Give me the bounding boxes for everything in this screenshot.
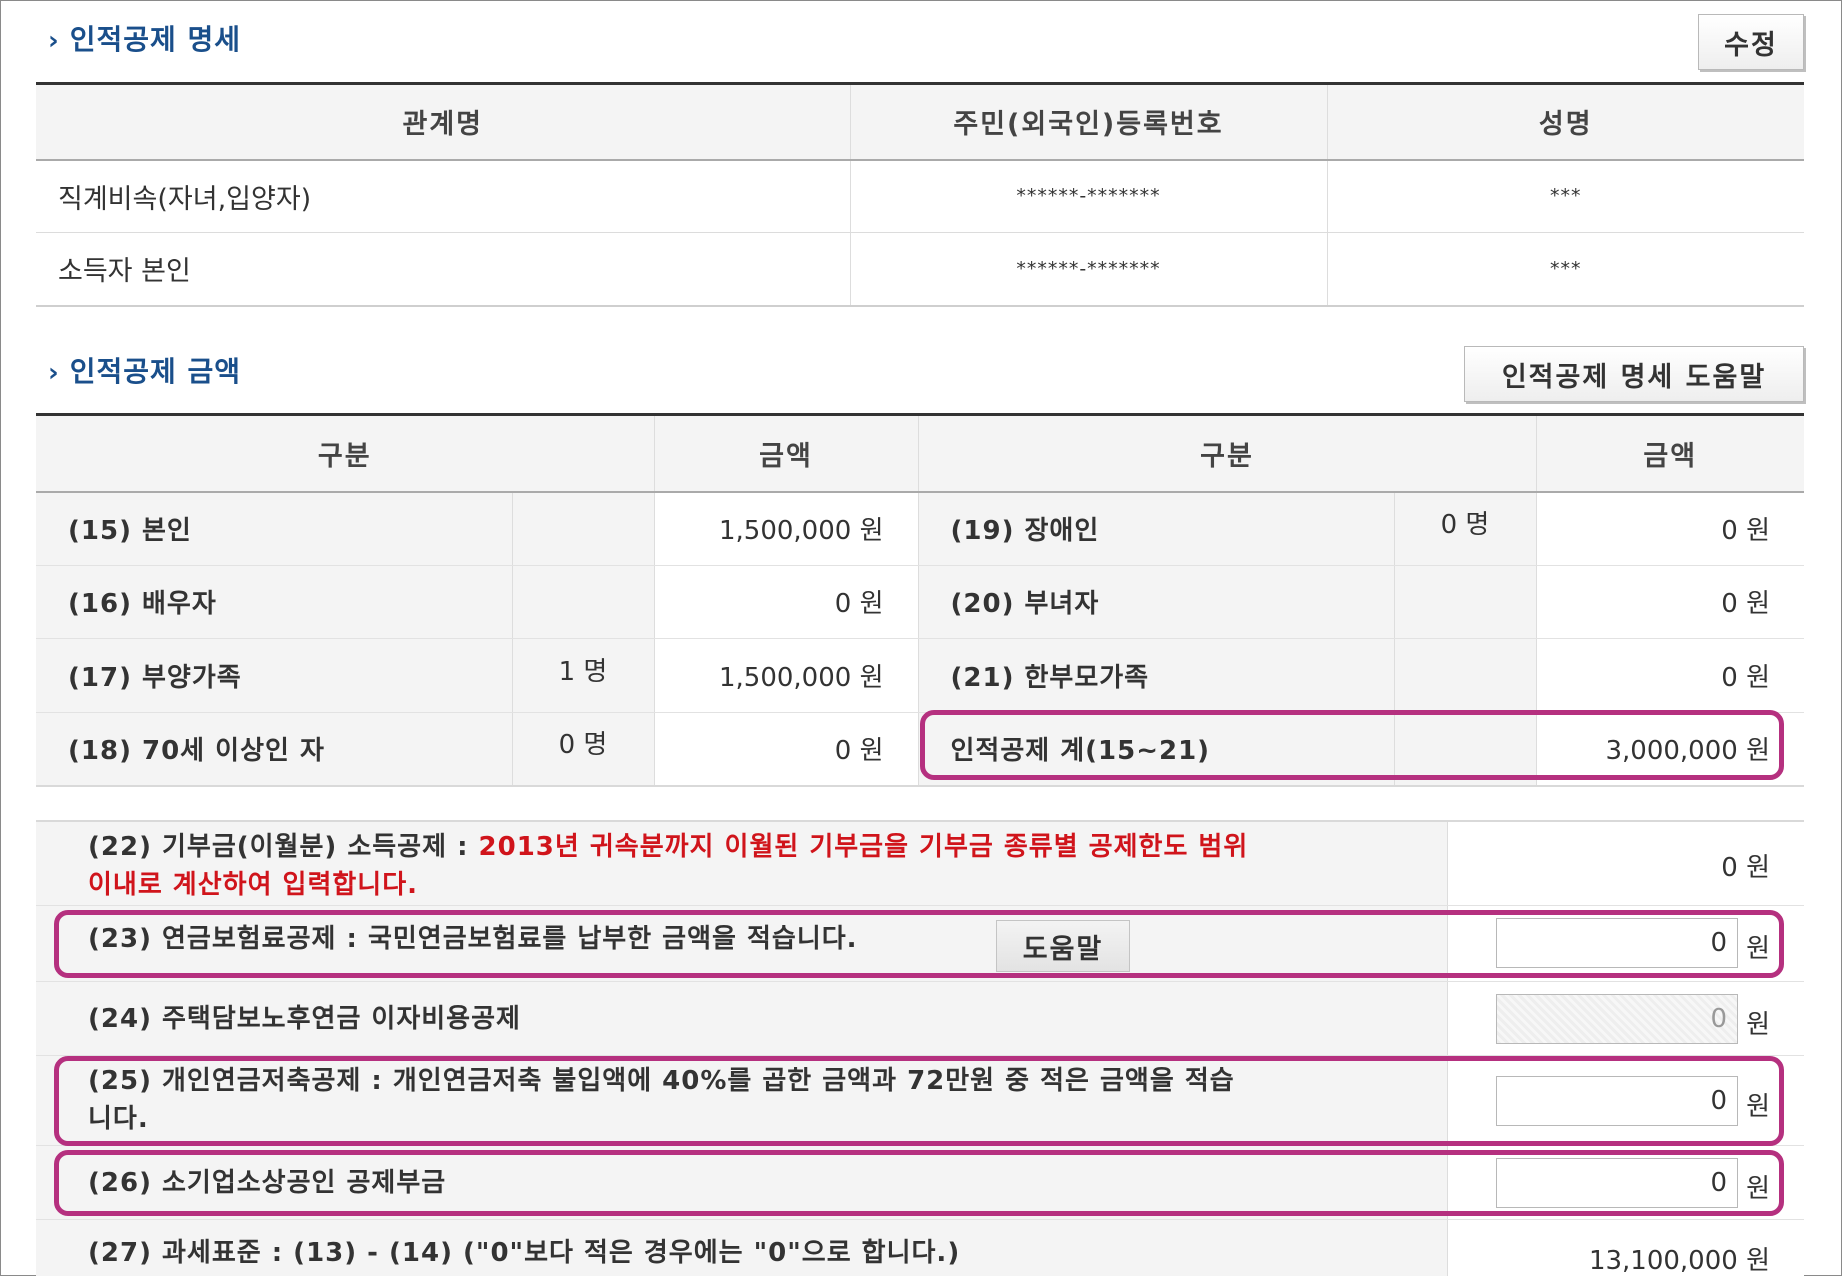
left-amount: 0 원 [653,565,918,639]
section-title-personal-deduction-amount: › 인적공제 금액 [48,355,242,388]
right-count [1393,565,1536,639]
deduction-23-value-cell: 0 원 [1447,906,1804,981]
deduction-row-24: (24) 주택담보노후연금 이자비용공제 0 원 [36,982,1804,1056]
header-category-left: 구분 [36,414,654,493]
table-row: (18) 70세 이상인 자 0 명 0 원 인적공제 계(15~21) 3,0… [36,712,1804,787]
name-cell: *** [1326,159,1804,233]
id-number-cell: ******-******* [849,232,1327,307]
small-business-deduction-input[interactable]: 0 [1496,1158,1738,1208]
personal-pension-savings-input[interactable]: 0 [1496,1076,1738,1126]
table-row: (15) 본인 1,500,000 원 (19) 장애인 0 명 0 원 [36,491,1804,566]
deduction-25-label: (25) 개인연금저축공제 : 개인연금저축 불입액에 40%를 곱한 금액과 … [88,1066,1235,1096]
deduction-24-value-cell: 0 원 [1447,982,1804,1055]
left-label: (18) 70세 이상인 자 [36,712,512,787]
deduction-26-value-cell: 0 원 [1447,1146,1804,1219]
deduction-25-value-cell: 0 원 [1447,1056,1804,1145]
left-count [511,565,654,639]
deduction-detail-help-button[interactable]: 인적공제 명세 도움말 [1464,346,1804,402]
relation-cell: 직계비속(자녀,입양자) [36,159,850,233]
right-amount: 3,000,000 원 [1535,712,1804,787]
right-amount: 0 원 [1535,638,1804,713]
pension-insurance-input[interactable]: 0 [1496,918,1738,968]
chevron-right-icon: › [48,26,60,56]
header-category-right: 구분 [917,414,1536,493]
left-label: (16) 배우자 [36,565,512,639]
right-count [1393,638,1536,713]
header-id-number: 주민(외국인)등록번호 [849,83,1327,161]
unit-won: 원 [1746,1174,1770,1204]
deduction-27-label: (27) 과세표준 : (13) - (14) ("0"보다 적은 경우에는 "… [88,1238,961,1268]
unit-won: 원 [1746,1010,1770,1040]
chevron-right-icon: › [48,358,60,388]
deduction-23-label: (23) 연금보험료공제 : 국민연금보험료를 납부한 금액을 적습니다. [88,924,858,954]
left-amount: 1,500,000 원 [653,491,918,566]
right-amount: 0 원 [1535,565,1804,639]
right-amount: 0 원 [1535,491,1804,566]
deduction-row-26: (26) 소기업소상공인 공제부금 0 원 [36,1146,1804,1220]
housing-pension-interest-input: 0 [1496,994,1738,1044]
table-row: 소득자 본인 ******-******* *** [36,232,1804,307]
left-amount: 1,500,000 원 [653,638,918,713]
header-amount-right: 금액 [1535,414,1804,493]
deduction-22-value-cell: 0 원 [1447,822,1804,905]
right-label: (21) 한부모가족 [917,638,1394,713]
deduction-22-note-cont: 이내로 계산하여 입력합니다. [88,870,419,900]
deduction-24-label: (24) 주택담보노후연금 이자비용공제 [88,1004,521,1034]
left-label: (17) 부양가족 [36,638,512,713]
left-label: (15) 본인 [36,491,512,566]
relation-cell: 소득자 본인 [36,232,850,307]
table-header-row: 관계명 주민(외국인)등록번호 성명 [36,83,1804,161]
right-count: 0 명 [1393,491,1536,566]
right-label: 인적공제 계(15~21) [917,712,1394,787]
deduction-22-note: 2013년 귀속분까지 이월된 기부금을 기부금 종류별 공제한도 범위 [478,832,1249,862]
id-number-cell: ******-******* [849,159,1327,233]
deduction-22-amount: 0 원 [1721,853,1770,883]
table-row: (16) 배우자 0 원 (20) 부녀자 0 원 [36,565,1804,639]
pension-help-button[interactable]: 도움말 [996,920,1130,972]
deduction-26-label: (26) 소기업소상공인 공제부금 [88,1168,447,1198]
personal-deduction-detail-table: 관계명 주민(외국인)등록번호 성명 직계비속(자녀,입양자) ******-*… [36,82,1804,307]
header-relation: 관계명 [36,83,850,161]
deduction-row-27: (27) 과세표준 : (13) - (14) ("0"보다 적은 경우에는 "… [36,1220,1804,1276]
deduction-27-value-cell: 13,100,000 원 [1447,1220,1804,1276]
section-title-personal-deduction-detail: › 인적공제 명세 [48,23,242,56]
deduction-row-23: (23) 연금보험료공제 : 국민연금보험료를 납부한 금액을 적습니다. 도움… [36,906,1804,982]
right-label: (20) 부녀자 [917,565,1394,639]
right-label: (19) 장애인 [917,491,1394,566]
left-amount: 0 원 [653,712,918,787]
table-row: (17) 부양가족 1 명 1,500,000 원 (21) 한부모가족 0 원 [36,638,1804,713]
header-amount-left: 금액 [653,414,918,493]
deduction-25-label-cont: 니다. [88,1104,149,1134]
edit-button[interactable]: 수정 [1698,14,1804,70]
unit-won: 원 [1746,1092,1770,1122]
header-name: 성명 [1326,83,1804,161]
personal-deduction-amount-table: 구분 금액 구분 금액 (15) 본인 1,500,000 원 (19) 장애인… [36,413,1804,787]
table-header-row: 구분 금액 구분 금액 [36,414,1804,493]
table-row: 직계비속(자녀,입양자) ******-******* *** [36,159,1804,233]
left-count: 1 명 [511,638,654,713]
right-count [1393,712,1536,787]
deduction-22-label: (22) 기부금(이월분) 소득공제 : [88,832,479,862]
left-count [511,491,654,566]
deduction-row-25: (25) 개인연금저축공제 : 개인연금저축 불입액에 40%를 곱한 금액과 … [36,1056,1804,1146]
deduction-27-amount: 13,100,000 원 [1588,1246,1770,1276]
name-cell: *** [1326,232,1804,307]
unit-won: 원 [1746,934,1770,964]
deduction-row-22: (22) 기부금(이월분) 소득공제 : 2013년 귀속분까지 이월된 기부금… [36,820,1804,906]
left-count: 0 명 [511,712,654,787]
